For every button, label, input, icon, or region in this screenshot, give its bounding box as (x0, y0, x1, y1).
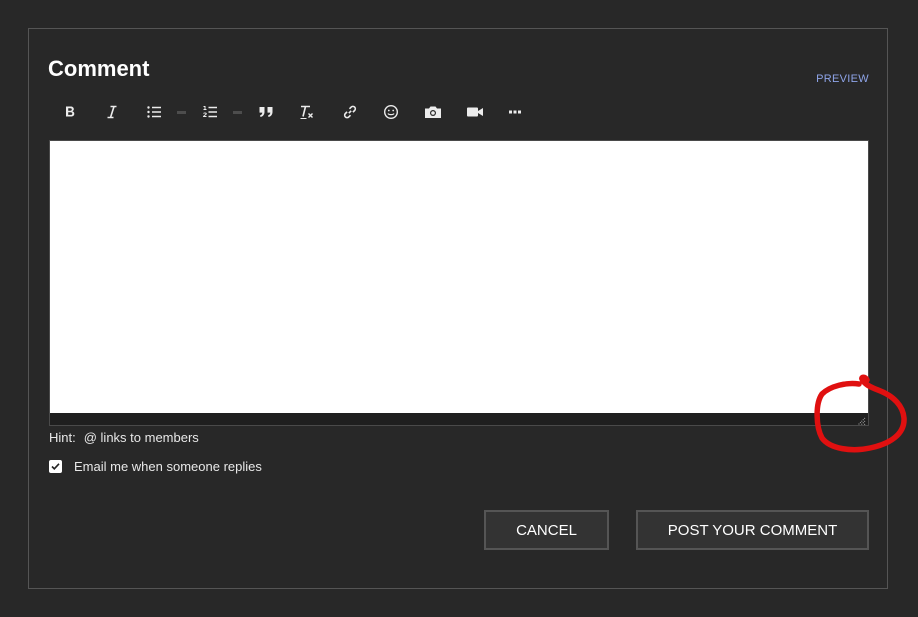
clear-formatting-icon (299, 104, 317, 120)
italic-icon (104, 104, 120, 120)
video-button[interactable] (460, 97, 490, 127)
checkmark-icon (51, 463, 60, 470)
bulleted-list-button[interactable] (139, 97, 169, 127)
more-icon (507, 104, 523, 120)
resize-handle-icon[interactable] (856, 413, 866, 426)
more-button[interactable] (500, 97, 530, 127)
image-button[interactable] (418, 97, 448, 127)
email-replies-option[interactable]: Email me when someone replies (49, 459, 262, 474)
post-comment-button[interactable]: POST YOUR COMMENT (636, 510, 869, 550)
hint-label: Hint: (49, 430, 76, 445)
emoji-button[interactable] (376, 97, 406, 127)
italic-button[interactable] (97, 97, 127, 127)
toolbar-separator (233, 111, 242, 114)
clear-formatting-button[interactable] (293, 97, 323, 127)
numbered-list-icon (202, 104, 218, 120)
preview-link[interactable]: PREVIEW (816, 73, 869, 85)
comment-textarea[interactable] (50, 141, 868, 413)
link-icon (342, 104, 358, 120)
hint-text: Hint: @ links to members (49, 430, 199, 445)
comment-title: Comment (48, 56, 150, 81)
quote-icon (258, 104, 274, 120)
bold-button[interactable] (55, 97, 85, 127)
editor-toolbar (50, 97, 570, 127)
bold-icon (62, 104, 78, 120)
cancel-button[interactable]: CANCEL (484, 510, 609, 550)
editor-container (49, 140, 869, 426)
toolbar-separator (177, 111, 186, 114)
link-button[interactable] (335, 97, 365, 127)
bulleted-list-icon (146, 104, 162, 120)
video-camera-icon (466, 104, 484, 120)
numbered-list-button[interactable] (195, 97, 225, 127)
email-replies-label: Email me when someone replies (74, 459, 262, 474)
email-replies-checkbox[interactable] (49, 460, 62, 473)
hint-value: @ links to members (83, 430, 199, 445)
smiley-icon (383, 104, 399, 120)
blockquote-button[interactable] (251, 97, 281, 127)
camera-icon (424, 104, 442, 120)
